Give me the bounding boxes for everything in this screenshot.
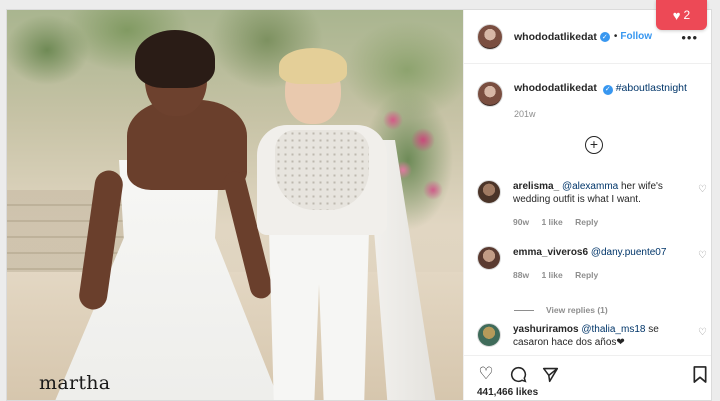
view-replies-label: View replies (1) <box>546 305 608 315</box>
comment-item: emma_viveros6 @dany.puente07 88w 1 like … <box>477 246 707 282</box>
comment-bubble-icon[interactable] <box>508 364 528 384</box>
comment-username[interactable]: yashuriramos <box>513 324 579 335</box>
comment-mention[interactable]: @alexamma <box>562 181 618 192</box>
comment-item: arelisma_ @alexamma her wife's wedding o… <box>477 180 707 229</box>
post-actions-bar: ♡ 441,466 likes <box>464 355 711 400</box>
post-photo[interactable]: martha <box>7 10 463 400</box>
avatar[interactable] <box>477 23 503 50</box>
caption-username[interactable]: whododatlikedat <box>514 82 597 94</box>
caption-avatar[interactable] <box>477 81 503 107</box>
right-bride-hair <box>279 48 347 84</box>
more-options-icon[interactable]: ••• <box>681 30 698 45</box>
screenshot-frame: martha whododatlikedat ✓ • Follow ••• wh… <box>0 0 720 401</box>
comment-reply-button[interactable]: Reply <box>575 217 598 227</box>
comment-mention[interactable]: @thalia_ms18 <box>581 324 645 335</box>
follow-button[interactable]: Follow <box>620 31 652 42</box>
comment-avatar[interactable] <box>477 323 501 347</box>
post-caption: whododatlikedat ✓ #aboutlastnight <box>477 81 687 107</box>
verified-badge-icon: ✓ <box>599 31 610 42</box>
view-replies-line <box>514 309 534 311</box>
comment-item: yashuriramos @thalia_ms18 se casaron hac… <box>477 323 707 349</box>
instagram-post: martha whododatlikedat ✓ • Follow ••• wh… <box>6 9 712 401</box>
caption-timestamp: 201w <box>514 109 536 119</box>
comment-meta: 90w 1 like Reply <box>513 216 683 229</box>
comment-mention[interactable]: @dany.puente07 <box>591 247 667 258</box>
left-bride-hair <box>135 30 215 88</box>
comment-like-icon[interactable]: ♡ <box>698 184 707 195</box>
caption-hashtag[interactable]: #aboutlastnight <box>616 82 687 94</box>
likes-count[interactable]: 441,466 likes <box>477 387 538 398</box>
share-paper-plane-icon[interactable] <box>540 364 560 384</box>
comment-body: emma_viveros6 @dany.puente07 88w 1 like … <box>513 246 683 282</box>
heart-icon: ♥ <box>672 7 681 23</box>
comment-avatar[interactable] <box>477 246 501 270</box>
header-username[interactable]: whododatlikedat <box>514 31 597 43</box>
header-separator: • <box>613 31 618 42</box>
bookmark-icon[interactable] <box>690 364 710 384</box>
activity-notification[interactable]: ♥ 2 <box>656 0 707 30</box>
comment-likes[interactable]: 1 like <box>541 270 562 280</box>
caption-text: whododatlikedat ✓ #aboutlastnight <box>514 81 687 95</box>
comment-body: arelisma_ @alexamma her wife's wedding o… <box>513 180 683 229</box>
comment-reply-button[interactable]: Reply <box>575 270 598 280</box>
comment-meta: 88w 1 like Reply <box>513 269 683 282</box>
verified-badge-icon: ✓ <box>602 85 613 95</box>
view-replies-button[interactable]: View replies (1) <box>514 305 608 315</box>
comment-avatar[interactable] <box>477 180 501 204</box>
comment-body: yashuriramos @thalia_ms18 se casaron hac… <box>513 323 683 349</box>
comment-time: 88w <box>513 270 530 280</box>
comment-likes[interactable]: 1 like <box>541 217 562 227</box>
comment-username[interactable]: arelisma_ <box>513 181 559 192</box>
photo-watermark: martha <box>39 372 111 394</box>
load-more-comments-icon[interactable]: + <box>585 136 603 154</box>
right-bride-lace <box>275 130 369 210</box>
like-heart-icon[interactable]: ♡ <box>476 364 496 384</box>
comment-like-icon[interactable]: ♡ <box>698 250 707 261</box>
comment-like-icon[interactable]: ♡ <box>698 327 707 338</box>
notification-count: 2 <box>683 8 691 22</box>
post-side-panel: whododatlikedat ✓ • Follow ••• whododatl… <box>463 10 711 400</box>
comment-username[interactable]: emma_viveros6 <box>513 247 588 258</box>
comment-time: 90w <box>513 217 530 227</box>
